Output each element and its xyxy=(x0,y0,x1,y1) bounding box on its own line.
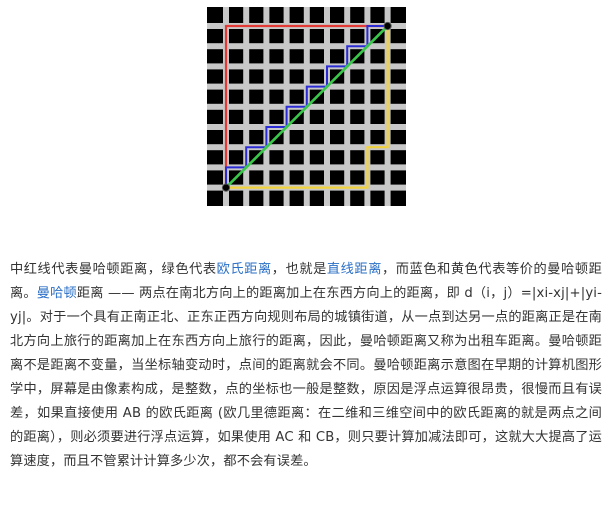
grid-street-vertical xyxy=(344,7,351,206)
euclidean-distance-link[interactable]: 欧氏距离 xyxy=(217,262,272,277)
grid-diagram xyxy=(207,7,406,206)
paragraph-text-2: ，也就是 xyxy=(271,262,327,277)
grid-street-horizontal xyxy=(207,124,406,130)
start-point xyxy=(221,183,231,192)
paragraph-text-4: 距离 —— 两点在南北方向上的距离加上在东西方向上的距离，即 d（i，j）=|x… xyxy=(10,286,602,469)
straight-distance-link[interactable]: 直线距离 xyxy=(327,262,382,277)
paragraph-text-1: 中红线代表曼哈顿距离，绿色代表 xyxy=(10,262,217,277)
end-point xyxy=(383,21,392,31)
manhattan-link[interactable]: 曼哈顿 xyxy=(37,286,77,301)
manhattan-distance-figure xyxy=(207,7,406,206)
article-text: 中红线代表曼哈顿距离，绿色代表欧氏距离，也就是直线距离，而蓝色和黄色代表等价的曼… xyxy=(10,258,602,474)
grid-street-vertical xyxy=(324,7,330,206)
